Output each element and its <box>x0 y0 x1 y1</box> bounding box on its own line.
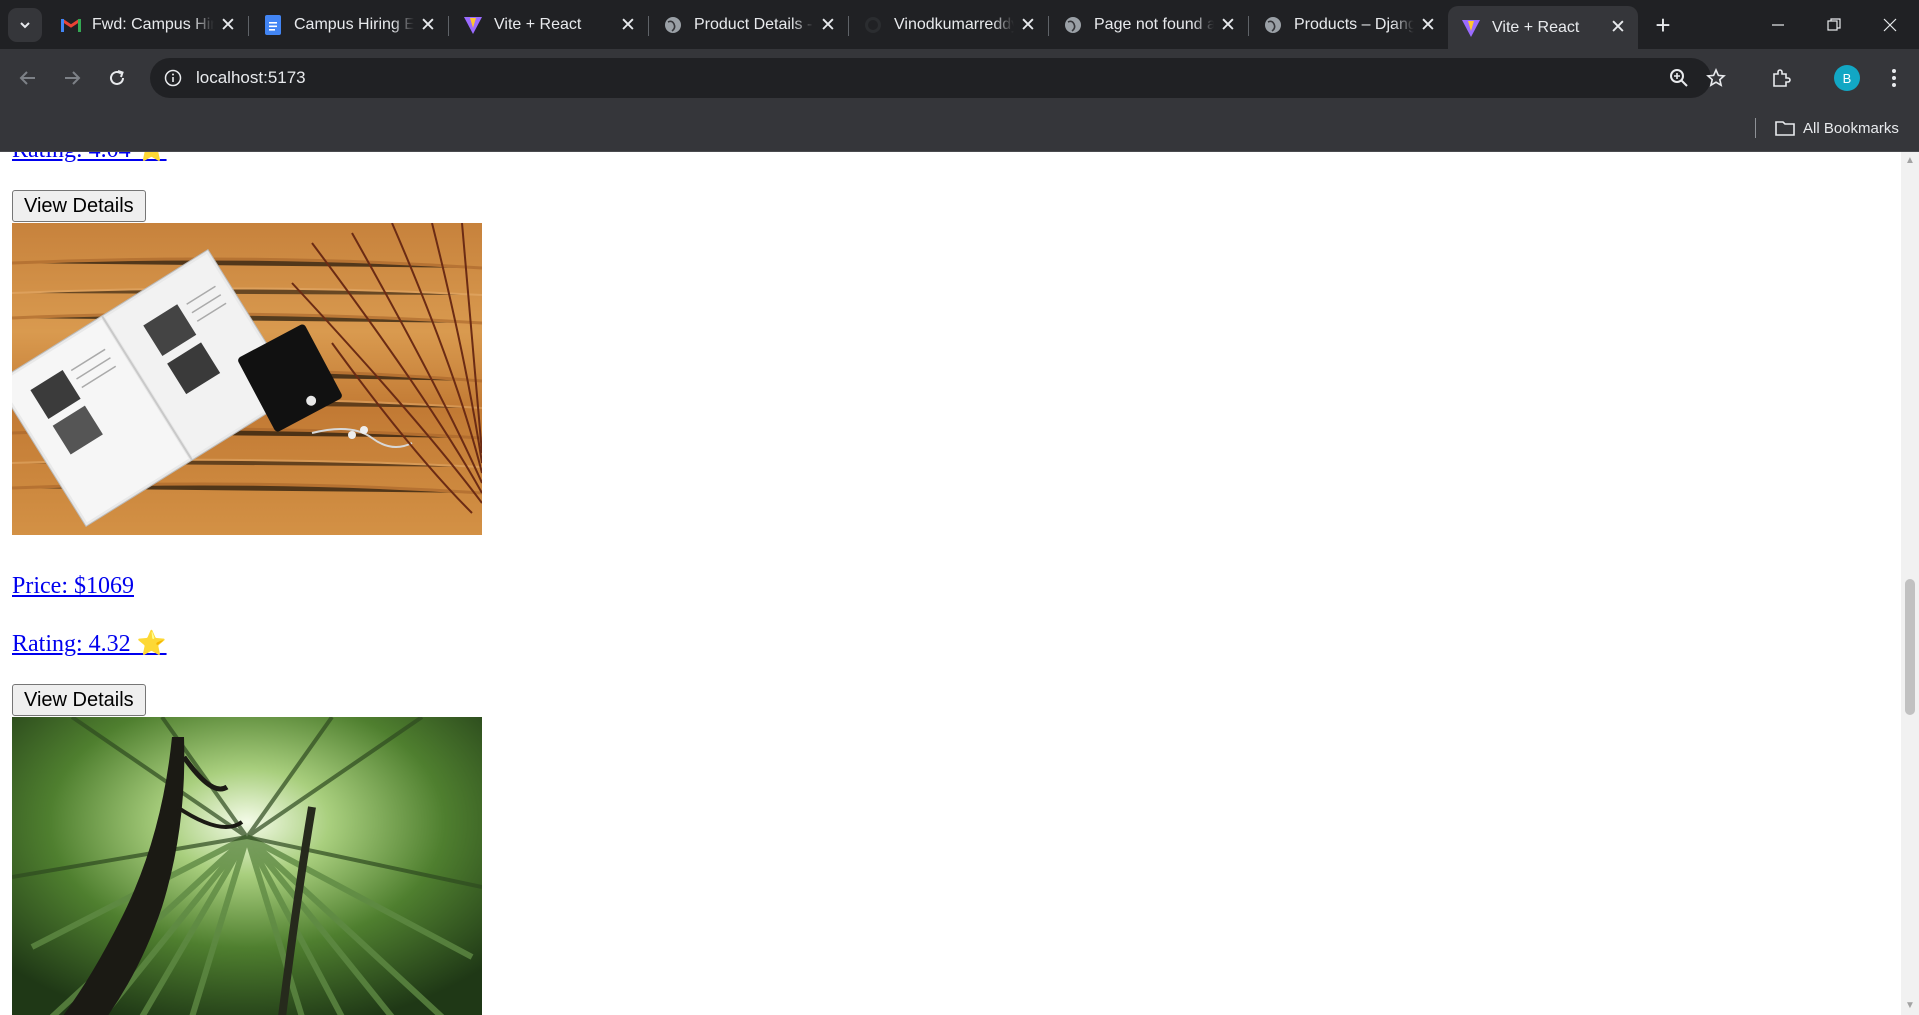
price-link[interactable]: Price: $1069 <box>12 572 134 600</box>
more-vert-icon <box>1892 69 1896 87</box>
close-tab-icon[interactable]: ✕ <box>1214 11 1242 39</box>
extensions-button[interactable] <box>1765 62 1797 94</box>
minimize-button[interactable] <box>1752 0 1804 49</box>
tab-products-django[interactable]: Products – Django ✕ <box>1250 6 1448 44</box>
all-bookmarks-label: All Bookmarks <box>1803 119 1899 137</box>
close-tab-icon[interactable]: ✕ <box>1414 11 1442 39</box>
page-scrollbar[interactable]: ▲ ▼ <box>1901 152 1919 1015</box>
globe-icon <box>662 14 684 36</box>
globe-icon <box>1262 14 1284 36</box>
address-text[interactable]: localhost:5173 <box>196 68 306 88</box>
new-tab-button[interactable]: + <box>1648 10 1678 40</box>
tab-product-details[interactable]: Product Details - Django ✕ <box>650 6 849 44</box>
tab-title: Vite + React <box>1492 18 1580 36</box>
view-details-button[interactable]: View Details <box>12 190 146 222</box>
close-tab-icon[interactable]: ✕ <box>414 11 442 39</box>
gmail-icon <box>60 14 82 36</box>
chevron-down-icon <box>20 22 30 29</box>
tab-github[interactable]: Vinodkumarreddy ✕ <box>850 6 1049 44</box>
address-bar[interactable]: localhost:5173 <box>150 58 1726 98</box>
view-details-button[interactable]: View Details <box>12 684 146 716</box>
tab-vite-react-active[interactable]: Vite + React ✕ <box>1448 6 1638 49</box>
close-window-button[interactable] <box>1864 0 1916 49</box>
reload-button[interactable] <box>101 62 133 94</box>
tab-title: Vinodkumarreddy <box>894 16 1014 33</box>
close-tab-icon[interactable]: ✕ <box>614 11 642 39</box>
tab-search-button[interactable] <box>8 8 42 42</box>
zoom-icon[interactable] <box>1667 66 1691 90</box>
folder-icon <box>1775 120 1795 136</box>
bookmark-star-icon[interactable] <box>1704 66 1728 90</box>
github-icon <box>862 14 884 36</box>
rating-link[interactable]: Rating: 4.04 ⭐ <box>12 152 167 164</box>
vite-icon <box>1460 17 1482 39</box>
arrow-right-icon <box>65 71 81 85</box>
arrow-left-icon <box>19 71 35 85</box>
tab-title: Product Details - Django <box>694 16 814 33</box>
restore-icon <box>1827 17 1841 31</box>
globe-icon <box>1062 14 1084 36</box>
browser-toolbar: localhost:5173 B <box>0 49 1919 106</box>
forward-button[interactable] <box>56 62 88 94</box>
site-info-icon[interactable] <box>162 67 184 89</box>
close-tab-icon[interactable]: ✕ <box>214 11 242 39</box>
tab-strip: Fwd: Campus Hiring ✕ Campus Hiring Exerc… <box>0 0 1919 49</box>
close-tab-icon[interactable]: ✕ <box>1014 11 1042 39</box>
scroll-down-arrow-icon[interactable]: ▼ <box>1905 1001 1915 1011</box>
page-viewport: Rating: 4.04 ⭐ View Details <box>0 152 1901 1015</box>
tab-title: Products – Django <box>1294 16 1414 33</box>
google-docs-icon <box>262 14 284 36</box>
restore-button[interactable] <box>1808 0 1860 49</box>
back-button[interactable] <box>12 62 44 94</box>
vite-icon <box>462 14 484 36</box>
tab-vite-react[interactable]: Vite + React ✕ <box>450 6 649 44</box>
close-tab-icon[interactable]: ✕ <box>814 11 842 39</box>
product-image-bamboo <box>12 717 482 1015</box>
scroll-up-arrow-icon[interactable]: ▲ <box>1905 156 1915 166</box>
tab-page-not-found[interactable]: Page not found at ✕ <box>1050 6 1249 44</box>
menu-button[interactable] <box>1878 62 1910 94</box>
tab-gmail[interactable]: Fwd: Campus Hiring ✕ <box>48 6 249 44</box>
tab-google-doc[interactable]: Campus Hiring Exercise ✕ <box>250 6 449 44</box>
close-icon <box>1883 18 1897 31</box>
scrollbar-thumb[interactable] <box>1905 579 1915 715</box>
profile-avatar[interactable]: B <box>1834 65 1860 91</box>
close-tab-icon[interactable]: ✕ <box>1604 14 1632 42</box>
bookmarks-bar: All Bookmarks <box>0 106 1919 152</box>
reload-icon <box>110 70 124 85</box>
tab-title: Page not found at <box>1094 16 1214 33</box>
tab-title: Vite + React <box>494 16 582 33</box>
minimize-icon <box>1772 23 1784 26</box>
rating-link[interactable]: Rating: 4.32 ⭐ <box>12 630 167 658</box>
tab-title: Campus Hiring Exercise <box>294 16 414 33</box>
all-bookmarks-button[interactable]: All Bookmarks <box>1775 114 1899 142</box>
puzzle-icon <box>1773 69 1791 87</box>
tab-title: Fwd: Campus Hiring <box>92 16 214 33</box>
product-image-book <box>12 223 482 535</box>
